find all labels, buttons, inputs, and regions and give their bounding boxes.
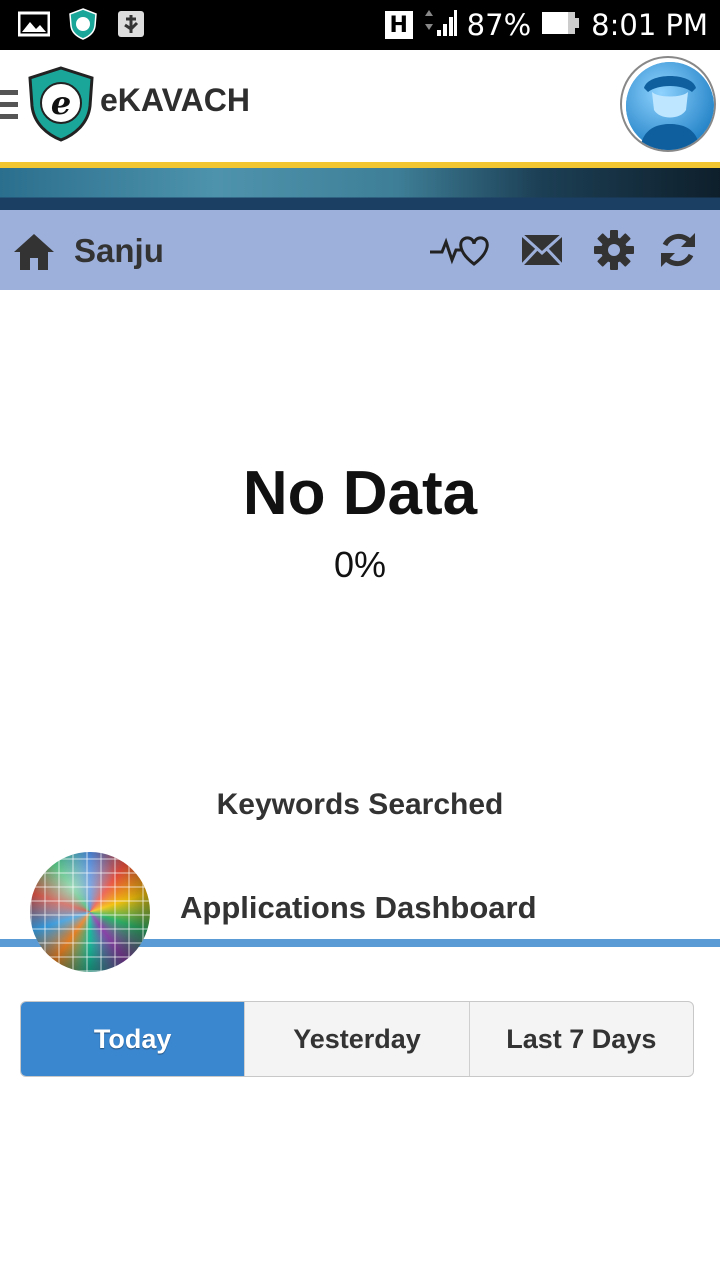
summary-percent: 0% xyxy=(333,544,387,585)
svg-text:e: e xyxy=(51,84,71,122)
apps-globe-grid xyxy=(30,852,150,972)
signal-icon xyxy=(423,8,457,43)
usb-debug-icon xyxy=(116,9,146,44)
tab-today[interactable]: Today xyxy=(21,1002,246,1076)
user-name: Sanju xyxy=(74,232,164,269)
summary-title: No Data xyxy=(242,459,478,528)
network-type-badge: H xyxy=(384,11,413,39)
mail-icon[interactable] xyxy=(518,226,566,274)
date-range-tabs: Today Yesterday Last 7 Days xyxy=(20,1001,694,1077)
home-icon[interactable] xyxy=(12,230,56,279)
battery-percent: 87% xyxy=(466,8,532,42)
tab-last-7-days[interactable]: Last 7 Days xyxy=(470,1002,693,1076)
refresh-icon[interactable] xyxy=(654,226,702,274)
app-header: e eKAVACH xyxy=(0,50,720,162)
menu-icon[interactable] xyxy=(0,90,18,120)
app-title: eKAVACH xyxy=(100,82,250,118)
status-bar: H 87% 8:01 PM xyxy=(0,0,720,50)
tab-yesterday[interactable]: Yesterday xyxy=(245,1002,470,1076)
header-banner xyxy=(0,168,720,210)
keywords-searched-link[interactable]: Keywords Searched xyxy=(0,788,720,822)
settings-gear-icon[interactable] xyxy=(590,226,638,274)
user-nav-bar: Sanju xyxy=(0,210,720,290)
battery-icon xyxy=(541,10,581,41)
ekavach-notification-icon xyxy=(68,8,98,45)
avatar[interactable] xyxy=(620,56,716,152)
clock: 8:01 PM xyxy=(591,8,708,42)
ekavach-logo-icon: e xyxy=(26,66,96,147)
heartbeat-icon[interactable] xyxy=(428,226,494,274)
applications-dashboard-title[interactable]: Applications Dashboard xyxy=(180,890,537,926)
gallery-icon xyxy=(17,10,51,43)
